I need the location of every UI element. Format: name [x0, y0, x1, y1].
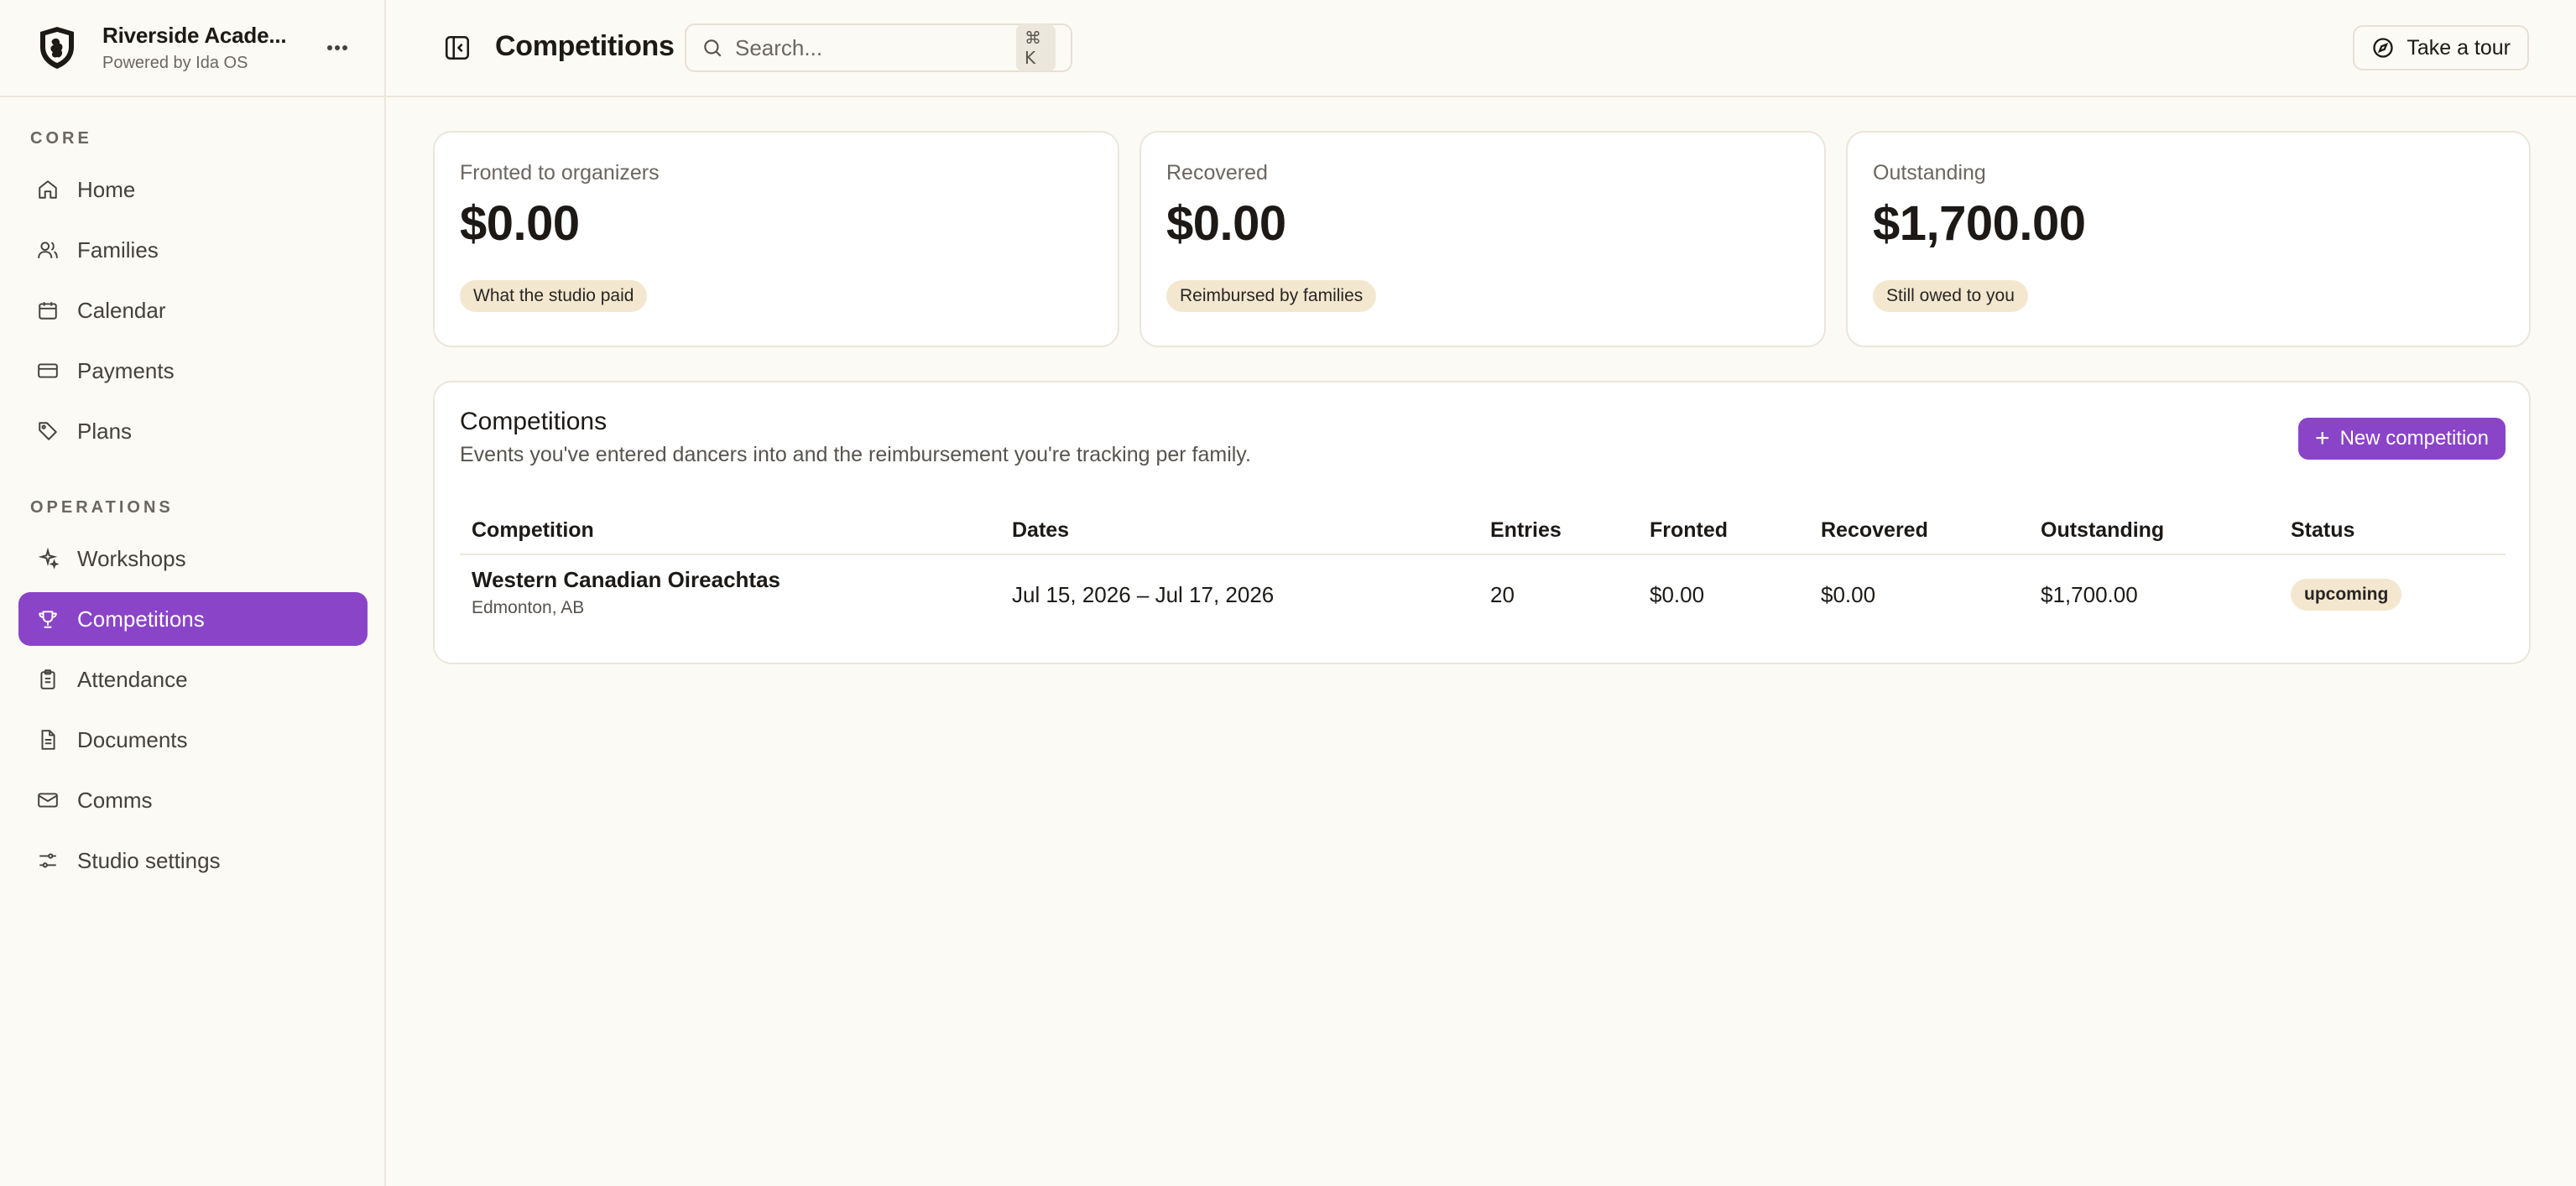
sidebar-item-label: Plans	[77, 418, 133, 444]
stat-note-badge: What the studio paid	[460, 280, 648, 312]
sidebar-item-home[interactable]: Home	[18, 163, 368, 216]
sidebar-item-comms[interactable]: Comms	[18, 773, 368, 827]
status-badge: upcoming	[2291, 579, 2402, 611]
credit-card-icon	[35, 358, 60, 383]
search-shortcut-badge: ⌘ K	[1016, 24, 1056, 71]
shield-crest-icon	[34, 24, 81, 71]
search-icon	[701, 37, 723, 59]
competitions-card-title: Competitions	[460, 408, 607, 435]
users-icon	[35, 237, 60, 263]
section-label-operations: OPERATIONS	[30, 498, 174, 517]
sidebar-item-families[interactable]: Families	[18, 223, 368, 277]
tag-icon	[35, 419, 60, 444]
sidebar-item-label: Studio settings	[77, 847, 221, 873]
brand-header[interactable]: Riverside Acade... Powered by Ida OS	[0, 0, 384, 97]
stat-value: $0.00	[1166, 196, 1286, 251]
stat-label: Outstanding	[1873, 161, 1986, 185]
top-bar: Competitions ⌘ K Take a tour	[386, 0, 2576, 97]
new-competition-label: New competition	[2339, 427, 2489, 450]
stat-value: $1,700.00	[1873, 196, 2086, 251]
competitions-card-subtitle: Events you've entered dancers into and t…	[460, 443, 1251, 466]
search-input[interactable]	[735, 34, 1016, 61]
stat-card-recovered: Recovered $0.00 Reimbursed by families	[1139, 131, 1826, 347]
clipboard-icon	[35, 667, 60, 692]
section-label-core: CORE	[30, 129, 92, 148]
column-header-fronted[interactable]: Fronted	[1650, 518, 1728, 543]
plus-icon: +	[2315, 424, 2330, 452]
sidebar-item-label: Attendance	[77, 666, 188, 692]
column-header-entries[interactable]: Entries	[1490, 518, 1562, 543]
brand-subtitle: Powered by Ida OS	[102, 54, 248, 72]
competitions-card: Competitions Events you've entered dance…	[433, 381, 2531, 664]
sidebar-item-documents[interactable]: Documents	[18, 713, 368, 767]
take-tour-label: Take a tour	[2407, 35, 2511, 60]
sidebar-item-label: Families	[77, 237, 159, 263]
competition-name[interactable]: Western Canadian Oireachtas	[472, 567, 780, 593]
entries-cell: 20	[1490, 582, 1515, 607]
column-header-dates[interactable]: Dates	[1012, 518, 1069, 543]
sidebar-item-studio-settings[interactable]: Studio settings	[18, 834, 368, 887]
sidebar-item-label: Competitions	[77, 606, 205, 632]
outstanding-cell: $1,700.00	[2041, 582, 2138, 607]
trophy-icon	[35, 606, 60, 632]
table-row[interactable]: Western Canadian Oireachtas Edmonton, AB…	[460, 555, 2506, 632]
stat-note-badge: Still owed to you	[1873, 280, 2028, 312]
competition-location: Edmonton, AB	[472, 598, 585, 617]
mail-icon	[35, 788, 60, 813]
take-tour-button[interactable]: Take a tour	[2353, 25, 2529, 70]
sidebar-item-label: Documents	[77, 726, 188, 752]
column-header-status[interactable]: Status	[2291, 518, 2354, 543]
column-header-recovered[interactable]: Recovered	[1821, 518, 1928, 543]
app-root: Riverside Acade... Powered by Ida OS COR…	[0, 0, 2576, 1186]
recovered-cell: $0.00	[1821, 582, 1876, 607]
stat-label: Recovered	[1166, 161, 1268, 185]
compass-icon	[2371, 36, 2395, 60]
stat-value: $0.00	[460, 196, 580, 251]
page-title: Competitions	[495, 30, 675, 62]
stat-card-outstanding: Outstanding $1,700.00 Still owed to you	[1846, 131, 2531, 347]
sidebar: Riverside Acade... Powered by Ida OS COR…	[0, 0, 386, 1186]
fronted-cell: $0.00	[1650, 582, 1705, 607]
sidebar-item-label: Payments	[77, 357, 175, 383]
home-icon	[35, 177, 60, 202]
sidebar-item-label: Workshops	[77, 545, 186, 571]
sidebar-item-plans[interactable]: Plans	[18, 404, 368, 458]
sidebar-item-label: Comms	[77, 787, 153, 813]
search-box[interactable]: ⌘ K	[685, 23, 1072, 72]
column-header-outstanding[interactable]: Outstanding	[2041, 518, 2164, 543]
sliders-icon	[35, 848, 60, 873]
file-icon	[35, 727, 60, 752]
sidebar-item-attendance[interactable]: Attendance	[18, 653, 368, 706]
sidebar-item-workshops[interactable]: Workshops	[18, 532, 368, 585]
more-options-icon[interactable]	[321, 31, 354, 65]
sidebar-item-payments[interactable]: Payments	[18, 344, 368, 398]
sidebar-item-competitions[interactable]: Competitions	[18, 592, 368, 646]
stat-label: Fronted to organizers	[460, 161, 660, 185]
studio-name: Riverside Acade...	[102, 23, 287, 48]
competition-cell: Western Canadian Oireachtas Edmonton, AB	[472, 567, 780, 618]
calendar-icon	[35, 298, 60, 323]
sidebar-item-label: Calendar	[77, 297, 166, 323]
sparkles-icon	[35, 546, 60, 571]
stat-card-fronted: Fronted to organizers $0.00 What the stu…	[433, 131, 1119, 347]
stat-note-badge: Reimbursed by families	[1166, 280, 1377, 312]
dates-cell: Jul 15, 2026 – Jul 17, 2026	[1012, 582, 1275, 607]
column-header-competition[interactable]: Competition	[472, 518, 594, 543]
sidebar-item-label: Home	[77, 176, 136, 202]
table-header: Competition Dates Entries Fronted Recove…	[460, 508, 2506, 555]
sidebar-toggle-icon[interactable]	[443, 34, 475, 65]
sidebar-item-calendar[interactable]: Calendar	[18, 283, 368, 337]
new-competition-button[interactable]: + New competition	[2298, 418, 2506, 460]
